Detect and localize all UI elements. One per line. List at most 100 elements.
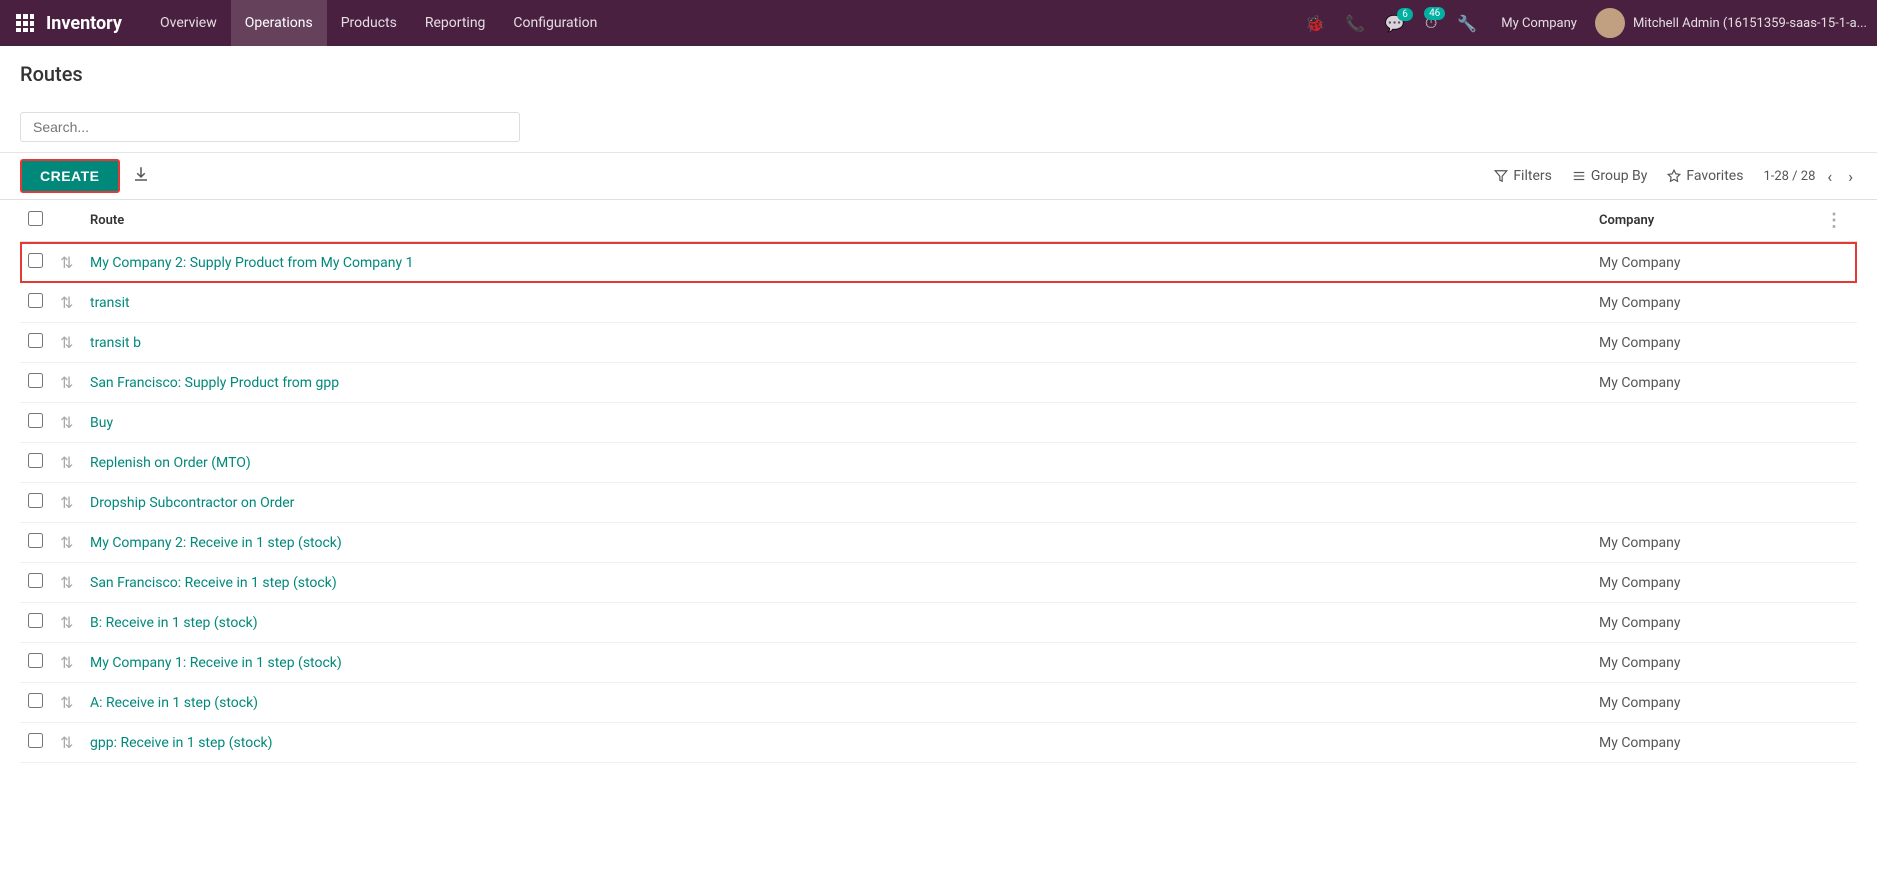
table-row: ⇅ My Company 2: Receive in 1 step (stock…: [20, 523, 1857, 563]
row-checkbox[interactable]: [28, 453, 43, 468]
table-row: ⇅ San Francisco: Receive in 1 step (stoc…: [20, 563, 1857, 603]
row-drag-handle[interactable]: ⇅: [52, 523, 82, 563]
select-all-checkbox[interactable]: [28, 211, 43, 226]
row-company: My Company: [1591, 603, 1811, 643]
row-checkbox[interactable]: [28, 733, 43, 748]
row-drag-handle[interactable]: ⇅: [52, 363, 82, 403]
row-company: My Company: [1591, 683, 1811, 723]
row-route[interactable]: transit b: [82, 323, 1591, 363]
row-drag-handle[interactable]: ⇅: [52, 723, 82, 763]
row-checkbox-cell: [20, 603, 52, 643]
row-company: My Company: [1591, 323, 1811, 363]
row-route[interactable]: Replenish on Order (MTO): [82, 443, 1591, 483]
filters-button[interactable]: Filters: [1494, 168, 1552, 184]
page-title: Routes: [20, 62, 1857, 86]
row-checkbox[interactable]: [28, 533, 43, 548]
row-checkbox-cell: [20, 483, 52, 523]
search-input[interactable]: [20, 112, 520, 142]
row-checkbox[interactable]: [28, 373, 43, 388]
nav-configuration[interactable]: Configuration: [499, 0, 611, 46]
create-button[interactable]: CREATE: [20, 159, 120, 193]
app-brand[interactable]: Inventory: [46, 13, 122, 34]
pagination-next[interactable]: ›: [1844, 165, 1857, 188]
nav-operations[interactable]: Operations: [231, 0, 327, 46]
row-checkbox[interactable]: [28, 293, 43, 308]
row-more-cell: [1811, 683, 1857, 723]
pagination: 1-28 / 28 ‹ ›: [1763, 165, 1857, 188]
toolbar: CREATE Filters Group By Favorites 1-28 /…: [0, 153, 1877, 200]
clock-icon[interactable]: ⏱ 46: [1419, 9, 1443, 37]
table-header-row: Route Company ⋮: [20, 200, 1857, 242]
row-route[interactable]: San Francisco: Supply Product from gpp: [82, 363, 1591, 403]
user-avatar[interactable]: [1595, 8, 1625, 38]
header-company[interactable]: Company: [1591, 200, 1811, 242]
row-more-cell: [1811, 323, 1857, 363]
row-drag-handle[interactable]: ⇅: [52, 643, 82, 683]
row-more-cell: [1811, 603, 1857, 643]
row-company: My Company: [1591, 242, 1811, 283]
row-route[interactable]: My Company 2: Supply Product from My Com…: [82, 242, 1591, 283]
row-checkbox-cell: [20, 723, 52, 763]
chat-icon[interactable]: 💬 6: [1379, 10, 1411, 37]
row-more-cell: [1811, 363, 1857, 403]
row-drag-handle[interactable]: ⇅: [52, 443, 82, 483]
company-selector[interactable]: My Company: [1491, 16, 1587, 31]
row-checkbox[interactable]: [28, 573, 43, 588]
row-checkbox[interactable]: [28, 413, 43, 428]
row-drag-handle[interactable]: ⇅: [52, 283, 82, 323]
row-checkbox[interactable]: [28, 613, 43, 628]
header-company-label: Company: [1599, 213, 1654, 228]
row-checkbox-cell: [20, 643, 52, 683]
row-company: My Company: [1591, 723, 1811, 763]
header-more-cell: ⋮: [1811, 200, 1857, 242]
row-checkbox[interactable]: [28, 693, 43, 708]
topnav-right: 🐞 📞 💬 6 ⏱ 46 🔧 My Company Mitchell Admin…: [1299, 8, 1867, 38]
row-route[interactable]: A: Receive in 1 step (stock): [82, 683, 1591, 723]
toolbar-right: Filters Group By Favorites 1-28 / 28 ‹ ›: [1494, 165, 1857, 188]
row-route[interactable]: Buy: [82, 403, 1591, 443]
row-route[interactable]: Dropship Subcontractor on Order: [82, 483, 1591, 523]
header-route[interactable]: Route: [82, 200, 1591, 242]
header-route-label: Route: [90, 213, 124, 228]
row-more-cell: [1811, 643, 1857, 683]
row-checkbox[interactable]: [28, 333, 43, 348]
header-checkbox-cell: [20, 200, 52, 242]
row-company: My Company: [1591, 363, 1811, 403]
row-drag-handle[interactable]: ⇅: [52, 483, 82, 523]
row-drag-handle[interactable]: ⇅: [52, 563, 82, 603]
download-icon[interactable]: [132, 165, 150, 187]
row-checkbox[interactable]: [28, 653, 43, 668]
row-checkbox[interactable]: [28, 253, 43, 268]
row-drag-handle[interactable]: ⇅: [52, 323, 82, 363]
filters-label: Filters: [1513, 168, 1552, 184]
nav-reporting[interactable]: Reporting: [411, 0, 500, 46]
username-display[interactable]: Mitchell Admin (16151359-saas-15-1-a...: [1633, 16, 1867, 31]
row-drag-handle[interactable]: ⇅: [52, 242, 82, 283]
row-drag-handle[interactable]: ⇅: [52, 403, 82, 443]
group-by-button[interactable]: Group By: [1572, 168, 1648, 184]
row-more-cell: [1811, 563, 1857, 603]
nav-overview[interactable]: Overview: [146, 0, 231, 46]
wrench-icon[interactable]: 🔧: [1451, 10, 1483, 37]
row-checkbox[interactable]: [28, 493, 43, 508]
row-company: [1591, 483, 1811, 523]
table-row: ⇅ Dropship Subcontractor on Order: [20, 483, 1857, 523]
row-drag-handle[interactable]: ⇅: [52, 603, 82, 643]
row-route[interactable]: gpp: Receive in 1 step (stock): [82, 723, 1591, 763]
bug-icon[interactable]: 🐞: [1299, 10, 1331, 37]
row-company: My Company: [1591, 523, 1811, 563]
row-route[interactable]: My Company 1: Receive in 1 step (stock): [82, 643, 1591, 683]
pagination-prev[interactable]: ‹: [1823, 165, 1836, 188]
row-route[interactable]: B: Receive in 1 step (stock): [82, 603, 1591, 643]
column-more-icon[interactable]: ⋮: [1819, 208, 1849, 233]
nav-products[interactable]: Products: [327, 0, 411, 46]
row-drag-handle[interactable]: ⇅: [52, 683, 82, 723]
row-route[interactable]: transit: [82, 283, 1591, 323]
grid-icon[interactable]: [10, 8, 40, 38]
favorites-button[interactable]: Favorites: [1667, 168, 1743, 184]
routes-table: Route Company ⋮ ⇅ My Company 2: Supply P…: [20, 200, 1857, 763]
row-route[interactable]: San Francisco: Receive in 1 step (stock): [82, 563, 1591, 603]
chat-badge: 6: [1397, 8, 1413, 21]
row-route[interactable]: My Company 2: Receive in 1 step (stock): [82, 523, 1591, 563]
phone-icon[interactable]: 📞: [1339, 10, 1371, 37]
